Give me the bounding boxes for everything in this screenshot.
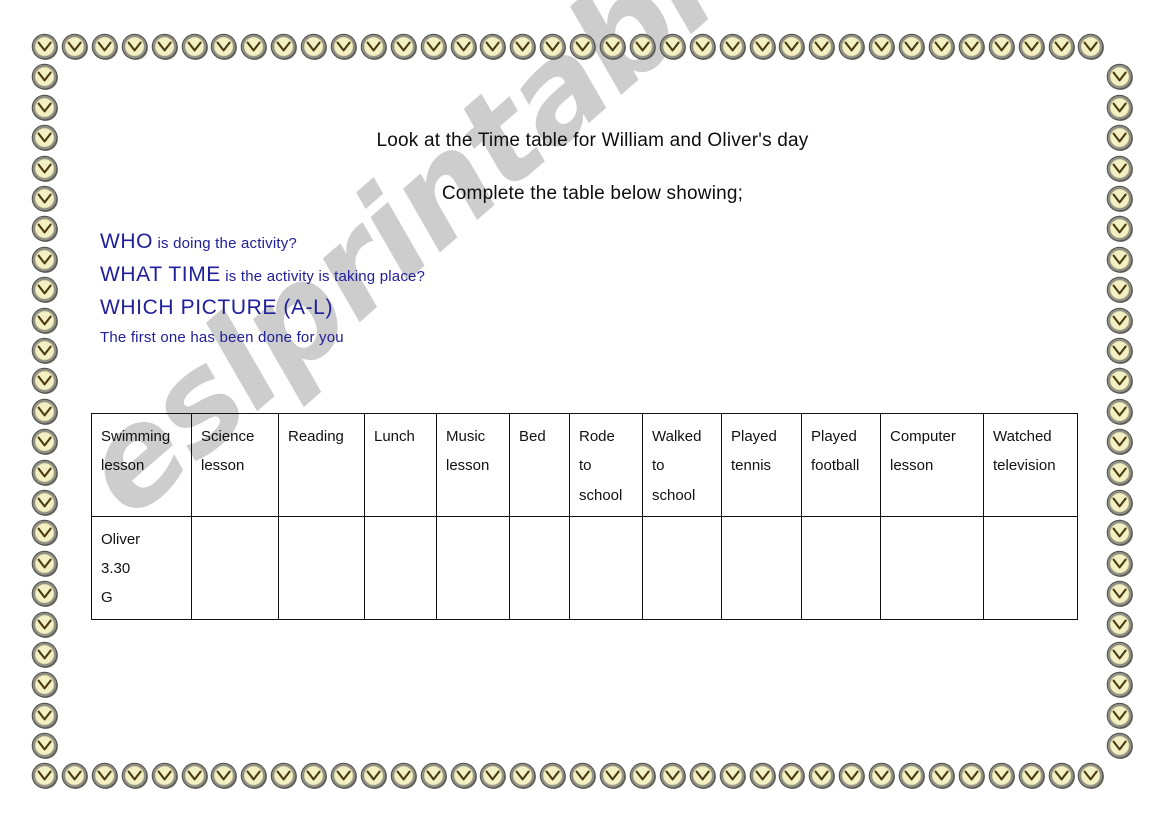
table-header-cell: Science lesson — [191, 413, 279, 517]
table-answer-cell[interactable] — [436, 515, 510, 620]
page-title-line-2: Complete the table below showing; — [441, 183, 744, 204]
table-header-row: Swimming lesson Science lesson Reading Lunch M… — [91, 413, 1078, 517]
instruction-who: WHO is doing the activity? — [100, 231, 425, 252]
answer-time: 3.30 — [101, 560, 131, 577]
table-answer-cell[interactable] — [569, 515, 643, 620]
table-header-cell: Swimming lesson — [91, 413, 192, 517]
table-header-line: to — [579, 457, 592, 475]
table-header-line: Watched — [993, 428, 1052, 445]
table-header-line: football — [811, 457, 860, 475]
table-header-cell: Played tennis — [721, 413, 802, 517]
instructions-block: WHO is doing the activity? WHAT TIME is … — [100, 231, 425, 345]
table-header-line: lesson — [101, 457, 145, 475]
table-header-cell: Computer lesson — [880, 413, 984, 517]
table-answer-cell[interactable] — [983, 515, 1078, 620]
table-header-line: school — [579, 486, 623, 504]
table-answer-cell[interactable]: Oliver 3.30 G — [91, 515, 192, 620]
table-header-cell: Played football — [801, 413, 881, 517]
answer-picture: G — [101, 589, 113, 607]
table-answer-cell[interactable] — [509, 515, 570, 620]
table-header-line: Science — [201, 428, 255, 445]
table-header-line: Reading — [288, 428, 344, 445]
table-header-line: school — [652, 486, 696, 504]
table-header-line: lesson — [446, 457, 490, 475]
table-answer-cell[interactable] — [642, 515, 722, 620]
table-header-line: Music — [446, 428, 486, 445]
worksheet-page: eslprintables.com Look at the Time table… — [0, 0, 1169, 821]
table-header-line: Bed — [519, 428, 546, 445]
table-answer-row: Oliver 3.30 G — [91, 515, 1078, 620]
table-header-line: Lunch — [374, 428, 415, 445]
instruction-what-time-text: is the activity is taking place? — [220, 268, 426, 285]
instruction-who-keyword: WHO — [100, 230, 154, 253]
table-header-line: television — [993, 457, 1056, 475]
instruction-what-time: WHAT TIME is the activity is taking plac… — [100, 264, 425, 285]
table-header-cell: Music lesson — [436, 413, 510, 517]
answer-who: Oliver — [101, 530, 141, 548]
table-header-cell: Walked to school — [642, 413, 722, 517]
table-header-line: to — [652, 457, 665, 475]
table-header-line: lesson — [890, 457, 934, 475]
table-header-cell: Watched television — [983, 413, 1078, 517]
table-answer-cell[interactable] — [880, 515, 984, 620]
instruction-which-picture: WHICH PICTURE (A-L) — [100, 296, 334, 319]
table-answer-cell[interactable] — [278, 515, 365, 620]
table-header-cell: Reading — [278, 413, 365, 517]
table-header-line: Played — [811, 428, 857, 445]
table-header-line: Computer — [890, 428, 956, 445]
table-header-line: lesson — [201, 457, 245, 475]
table-answer-cell[interactable] — [364, 515, 437, 620]
table-header-line: Rode — [579, 428, 615, 445]
table-header-line: Swimming — [101, 428, 171, 445]
instruction-first-done: The first one has been done for you — [100, 329, 344, 346]
table-header-line: tennis — [731, 457, 772, 475]
table-header-cell: Rode to school — [569, 413, 643, 517]
table-header-line: Played — [731, 428, 777, 445]
table-answer-cell[interactable] — [191, 515, 279, 620]
activity-table: Swimming lesson Science lesson Reading Lunch M… — [91, 413, 1078, 620]
table-header-cell: Lunch — [364, 413, 437, 517]
table-header-line: Walked — [652, 428, 702, 445]
page-title-line-1: Look at the Time table for William and O… — [376, 130, 809, 151]
table-answer-cell[interactable] — [721, 515, 802, 620]
worksheet-content: Look at the Time table for William and O… — [0, 0, 1169, 821]
instruction-who-text: is doing the activity? — [153, 235, 297, 252]
table-answer-cell[interactable] — [801, 515, 881, 620]
table-header-cell: Bed — [509, 413, 570, 517]
instruction-what-time-keyword: WHAT TIME — [100, 263, 221, 286]
